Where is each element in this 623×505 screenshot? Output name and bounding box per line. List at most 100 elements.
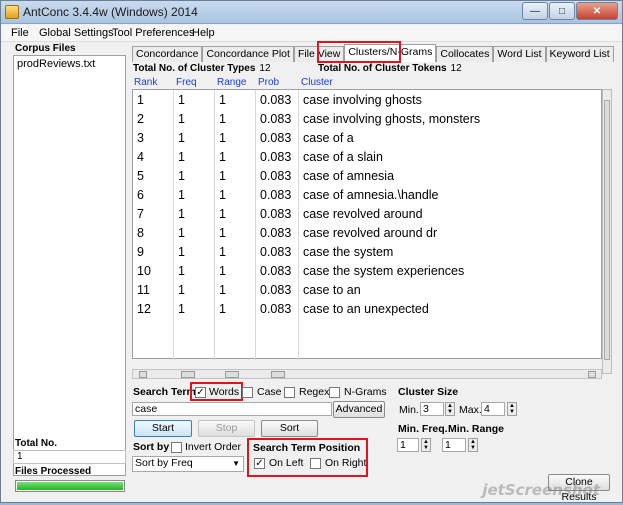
max-size-spinner[interactable]: ▲ ▼ — [507, 402, 517, 416]
search-term-input[interactable]: case — [132, 402, 332, 416]
cell-range: 1 — [219, 150, 226, 164]
table-row[interactable]: 11 1 1 0.083 case to an — [133, 283, 603, 302]
progress-fill — [17, 482, 123, 490]
cell-cluster: case to an — [303, 283, 361, 297]
table-row[interactable]: 2 1 1 0.083 case involving ghosts, monsters — [133, 112, 603, 131]
results-vertical-scrollbar[interactable] — [602, 89, 612, 374]
sort-button[interactable]: Sort — [261, 420, 318, 437]
ngrams-label: N-Grams — [344, 386, 387, 398]
results-horizontal-scrollbar[interactable] — [132, 369, 602, 379]
scroll-arrow-right[interactable] — [588, 371, 596, 378]
cell-prob: 0.083 — [260, 245, 292, 259]
cell-range: 1 — [219, 93, 226, 107]
cell-prob: 0.083 — [260, 226, 292, 240]
table-row[interactable]: 7 1 1 0.083 case revolved around — [133, 207, 603, 226]
cell-rank: 8 — [137, 226, 144, 240]
cell-prob: 0.083 — [260, 169, 292, 183]
invert-order-checkbox[interactable] — [171, 442, 182, 453]
max-size-label: Max. — [459, 404, 482, 416]
min-range-input[interactable]: 1 — [442, 438, 466, 452]
column-header-cluster[interactable]: Cluster — [301, 77, 333, 88]
cell-range: 1 — [219, 131, 226, 145]
sort-by-select-value: Sort by Freq — [135, 457, 193, 469]
table-row[interactable]: 5 1 1 0.083 case of amnesia — [133, 169, 603, 188]
table-row[interactable]: 4 1 1 0.083 case of a slain — [133, 150, 603, 169]
column-header-rank[interactable]: Rank — [134, 77, 157, 88]
cell-rank: 12 — [137, 302, 151, 316]
scroll-thumb[interactable] — [181, 371, 195, 378]
tab-word-list[interactable]: Word List — [493, 46, 546, 62]
scroll-thumb[interactable] — [225, 371, 239, 378]
cell-prob: 0.083 — [260, 264, 292, 278]
results-table[interactable]: 1 1 1 0.083 case involving ghosts 2 1 1 0.083 cas… — [132, 89, 603, 360]
tab-keyword-list[interactable]: Keyword List — [545, 46, 614, 62]
case-checkbox[interactable] — [242, 387, 253, 398]
cell-cluster: case the system — [303, 245, 394, 259]
cell-prob: 0.083 — [260, 302, 292, 316]
scroll-arrow-left[interactable] — [139, 371, 147, 378]
total-files-label: Total No. — [15, 438, 58, 449]
table-row[interactable]: 12 1 1 0.083 case to an unexpected — [133, 302, 603, 321]
column-header-freq[interactable]: Freq — [176, 77, 197, 88]
cell-freq: 1 — [178, 245, 185, 259]
stop-button[interactable]: Stop — [198, 420, 255, 437]
cell-freq: 1 — [178, 302, 185, 316]
min-range-spinner[interactable]: ▲ ▼ — [468, 438, 478, 452]
tab-collocates[interactable]: Collocates — [436, 46, 494, 62]
cell-cluster: case of a — [303, 131, 354, 145]
sort-by-select[interactable]: Sort by Freq ▼ — [132, 456, 244, 472]
cell-rank: 9 — [137, 245, 144, 259]
cell-freq: 1 — [178, 207, 185, 221]
start-button[interactable]: Start — [134, 420, 192, 437]
ngrams-checkbox[interactable] — [329, 387, 340, 398]
min-range-label: Min. Range — [448, 423, 505, 435]
cell-rank: 1 — [137, 93, 144, 107]
menu-help[interactable]: Help — [192, 27, 215, 39]
table-row[interactable]: 8 1 1 0.083 case revolved around dr — [133, 226, 603, 245]
cell-freq: 1 — [178, 188, 185, 202]
cell-prob: 0.083 — [260, 283, 292, 297]
minimize-button[interactable]: — — [522, 2, 548, 20]
corpus-file-item[interactable]: prodReviews.txt — [17, 58, 95, 70]
cell-prob: 0.083 — [260, 207, 292, 221]
cell-cluster: case of amnesia — [303, 169, 395, 183]
tab-concordance-plot[interactable]: Concordance Plot — [202, 46, 294, 62]
menu-tool-preferences[interactable]: Tool Preferences — [112, 27, 195, 39]
scroll-thumb[interactable] — [604, 100, 610, 360]
table-row[interactable]: 10 1 1 0.083 case the system experiences — [133, 264, 603, 283]
cell-rank: 2 — [137, 112, 144, 126]
menu-global-settings[interactable]: Global Settings — [39, 27, 114, 39]
advanced-button[interactable]: Advanced — [333, 401, 385, 418]
cell-prob: 0.083 — [260, 112, 292, 126]
search-term-label: Search Term — [133, 386, 196, 398]
corpus-file-list[interactable]: prodReviews.txt — [13, 55, 126, 476]
min-size-spinner[interactable]: ▲ ▼ — [445, 402, 455, 416]
window-title: AntConc 3.4.4w (Windows) 2014 — [23, 5, 198, 19]
cell-freq: 1 — [178, 283, 185, 297]
max-cluster-size-input[interactable]: 4 — [481, 402, 505, 416]
cell-prob: 0.083 — [260, 150, 292, 164]
highlight-words-option — [190, 382, 243, 401]
scroll-thumb[interactable] — [271, 371, 285, 378]
tab-concordance[interactable]: Concordance — [132, 46, 203, 62]
cell-range: 1 — [219, 302, 226, 316]
column-header-prob[interactable]: Prob — [258, 77, 279, 88]
sort-by-label: Sort by — [133, 441, 170, 453]
maximize-button[interactable]: □ — [549, 2, 575, 20]
title-bar[interactable]: AntConc 3.4.4w (Windows) 2014 — □ ✕ — [1, 1, 622, 24]
table-row[interactable]: 9 1 1 0.083 case the system — [133, 245, 603, 264]
table-row[interactable]: 6 1 1 0.083 case of amnesia.\handle — [133, 188, 603, 207]
case-label: Case — [257, 386, 282, 398]
regex-label: Regex — [299, 386, 330, 398]
table-row[interactable]: 3 1 1 0.083 case of a — [133, 131, 603, 150]
cell-freq: 1 — [178, 131, 185, 145]
close-button[interactable]: ✕ — [576, 2, 618, 20]
min-freq-input[interactable]: 1 — [397, 438, 419, 452]
cluster-tokens-stat: Total No. of Cluster Tokens 12 — [318, 63, 462, 74]
min-freq-spinner[interactable]: ▲ ▼ — [421, 438, 431, 452]
column-header-range[interactable]: Range — [217, 77, 246, 88]
table-row[interactable]: 1 1 1 0.083 case involving ghosts — [133, 93, 603, 112]
regex-checkbox[interactable] — [284, 387, 295, 398]
min-cluster-size-input[interactable]: 3 — [420, 402, 444, 416]
menu-file[interactable]: File — [11, 27, 29, 39]
